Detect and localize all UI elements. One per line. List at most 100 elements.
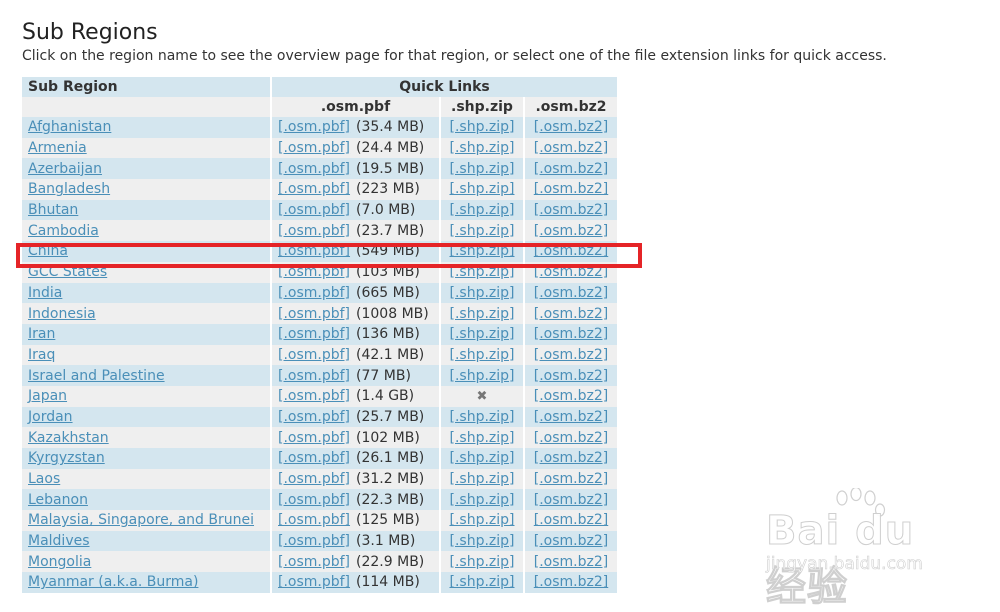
osm-pbf-link[interactable]: [.osm.pbf] [278, 368, 350, 384]
file-size: (31.2 MB) [356, 471, 425, 488]
region-link[interactable]: Maldives [28, 533, 90, 549]
osm-bz2-link[interactable]: [.osm.bz2] [534, 264, 608, 280]
osm-pbf-link[interactable]: [.osm.pbf] [278, 450, 350, 466]
region-link[interactable]: Bangladesh [28, 181, 110, 197]
region-link[interactable]: Iraq [28, 347, 55, 363]
osm-pbf-link[interactable]: [.osm.pbf] [278, 326, 350, 342]
region-link[interactable]: Kyrgyzstan [28, 450, 105, 466]
osm-pbf-link[interactable]: [.osm.pbf] [278, 388, 350, 404]
region-link[interactable]: Israel and Palestine [28, 368, 165, 384]
osm-pbf-link[interactable]: [.osm.pbf] [278, 409, 350, 425]
shp-zip-link[interactable]: [.shp.zip] [449, 326, 514, 342]
osm-bz2-link[interactable]: [.osm.bz2] [534, 492, 608, 508]
shp-zip-link[interactable]: [.shp.zip] [449, 223, 514, 239]
shp-zip-link[interactable]: [.shp.zip] [449, 430, 514, 446]
region-link[interactable]: Malaysia, Singapore, and Brunei [28, 512, 254, 528]
osm-bz2-link[interactable]: [.osm.bz2] [534, 119, 608, 135]
osm-bz2-link[interactable]: [.osm.bz2] [534, 574, 608, 590]
region-link[interactable]: Azerbaijan [28, 161, 102, 177]
table-row: Malaysia, Singapore, and Brunei [.osm.pbf… [22, 510, 619, 531]
shp-zip-link[interactable]: [.shp.zip] [449, 243, 514, 259]
osm-bz2-link[interactable]: [.osm.bz2] [534, 181, 608, 197]
osm-bz2-link[interactable]: [.osm.bz2] [534, 512, 608, 528]
region-link[interactable]: Myanmar (a.k.a. Burma) [28, 574, 198, 590]
osm-pbf-link[interactable]: [.osm.pbf] [278, 574, 350, 590]
osm-bz2-link[interactable]: [.osm.bz2] [534, 140, 608, 156]
region-link[interactable]: Afghanistan [28, 119, 111, 135]
osm-bz2-link[interactable]: [.osm.bz2] [534, 388, 608, 404]
shp-zip-link[interactable]: [.shp.zip] [449, 409, 514, 425]
region-link[interactable]: GCC States [28, 264, 107, 280]
osm-pbf-link[interactable]: [.osm.pbf] [278, 202, 350, 218]
shp-zip-link[interactable]: [.shp.zip] [449, 161, 514, 177]
shp-zip-link[interactable]: [.shp.zip] [449, 119, 514, 135]
osm-pbf-link[interactable]: [.osm.pbf] [278, 492, 350, 508]
region-link[interactable]: Iran [28, 326, 55, 342]
osm-bz2-link[interactable]: [.osm.bz2] [534, 471, 608, 487]
region-link[interactable]: Cambodia [28, 223, 99, 239]
osm-pbf-link[interactable]: [.osm.pbf] [278, 306, 350, 322]
osm-pbf-link[interactable]: [.osm.pbf] [278, 181, 350, 197]
region-link[interactable]: Kazakhstan [28, 430, 109, 446]
osm-bz2-cell: [.osm.bz2] [524, 323, 619, 345]
shp-zip-link[interactable]: [.shp.zip] [449, 347, 514, 363]
osm-pbf-link[interactable]: [.osm.pbf] [278, 119, 350, 135]
osm-bz2-link[interactable]: [.osm.bz2] [534, 430, 608, 446]
shp-zip-link[interactable]: [.shp.zip] [449, 285, 514, 301]
osm-pbf-link[interactable]: [.osm.pbf] [278, 533, 350, 549]
shp-zip-link[interactable]: [.shp.zip] [449, 512, 514, 528]
osm-pbf-link[interactable]: [.osm.pbf] [278, 223, 350, 239]
shp-zip-link[interactable]: [.shp.zip] [449, 202, 514, 218]
shp-zip-link[interactable]: [.shp.zip] [449, 554, 514, 570]
table-row: Cambodia [.osm.pbf] (23.7 MB) [.shp.zip] [.o… [22, 220, 619, 242]
region-link[interactable]: Laos [28, 471, 60, 487]
osm-pbf-link[interactable]: [.osm.pbf] [278, 243, 350, 259]
osm-pbf-link[interactable]: [.osm.pbf] [278, 347, 350, 363]
osm-pbf-link[interactable]: [.osm.pbf] [278, 471, 350, 487]
region-cell: Armenia [22, 137, 272, 159]
region-link[interactable]: China [28, 243, 68, 259]
region-link[interactable]: Armenia [28, 140, 87, 156]
osm-bz2-link[interactable]: [.osm.bz2] [534, 243, 608, 259]
shp-zip-link[interactable]: [.shp.zip] [449, 533, 514, 549]
shp-zip-link[interactable]: [.shp.zip] [449, 368, 514, 384]
shp-zip-link[interactable]: [.shp.zip] [449, 450, 514, 466]
shp-zip-cell: [.shp.zip] [440, 158, 525, 180]
osm-pbf-link[interactable]: [.osm.pbf] [278, 285, 350, 301]
osm-bz2-link[interactable]: [.osm.bz2] [534, 202, 608, 218]
osm-pbf-link[interactable]: [.osm.pbf] [278, 161, 350, 177]
table-row: Jordan [.osm.pbf] (25.7 MB) [.shp.zip] [.osm… [22, 406, 619, 428]
osm-pbf-link[interactable]: [.osm.pbf] [278, 554, 350, 570]
osm-bz2-link[interactable]: [.osm.bz2] [534, 368, 608, 384]
shp-zip-link[interactable]: [.shp.zip] [449, 471, 514, 487]
region-link[interactable]: India [28, 285, 62, 301]
region-link[interactable]: Lebanon [28, 492, 88, 508]
osm-bz2-link[interactable]: [.osm.bz2] [534, 161, 608, 177]
shp-zip-link[interactable]: [.shp.zip] [449, 574, 514, 590]
osm-bz2-link[interactable]: [.osm.bz2] [534, 347, 608, 363]
osm-bz2-link[interactable]: [.osm.bz2] [534, 533, 608, 549]
osm-bz2-link[interactable]: [.osm.bz2] [534, 223, 608, 239]
osm-bz2-link[interactable]: [.osm.bz2] [534, 326, 608, 342]
osm-pbf-link[interactable]: [.osm.pbf] [278, 430, 350, 446]
shp-zip-link[interactable]: [.shp.zip] [449, 264, 514, 280]
region-link[interactable]: Jordan [28, 409, 73, 425]
osm-bz2-link[interactable]: [.osm.bz2] [534, 554, 608, 570]
osm-pbf-link[interactable]: [.osm.pbf] [278, 512, 350, 528]
shp-zip-link[interactable]: [.shp.zip] [449, 140, 514, 156]
shp-zip-link[interactable]: [.shp.zip] [449, 306, 514, 322]
osm-bz2-link[interactable]: [.osm.bz2] [534, 450, 608, 466]
region-link[interactable]: Mongolia [28, 554, 91, 570]
osm-pbf-link[interactable]: [.osm.pbf] [278, 140, 350, 156]
file-size: (42.1 MB) [356, 346, 425, 363]
shp-zip-link[interactable]: [.shp.zip] [449, 492, 514, 508]
osm-bz2-link[interactable]: [.osm.bz2] [534, 306, 608, 322]
osm-pbf-link[interactable]: [.osm.pbf] [278, 264, 350, 280]
region-link[interactable]: Bhutan [28, 202, 78, 218]
osm-bz2-link[interactable]: [.osm.bz2] [534, 285, 608, 301]
region-link[interactable]: Japan [28, 388, 67, 404]
osm-bz2-link[interactable]: [.osm.bz2] [534, 409, 608, 425]
empty-header-cell [22, 97, 272, 117]
shp-zip-link[interactable]: [.shp.zip] [449, 181, 514, 197]
region-link[interactable]: Indonesia [28, 306, 96, 322]
